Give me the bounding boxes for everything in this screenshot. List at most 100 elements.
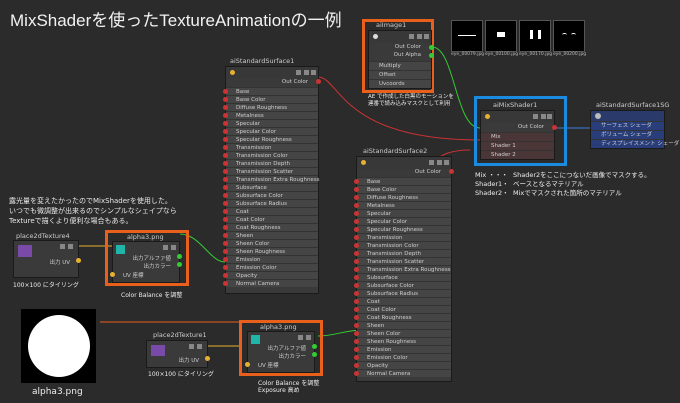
p1-out-uv-port[interactable] [205, 356, 210, 361]
ss2-port-metalness[interactable]: Metalness [354, 201, 451, 209]
ss1-port-dot[interactable] [223, 273, 228, 278]
ss2-port-subsurface[interactable]: Subsurface [354, 273, 451, 281]
ss1-port-dot[interactable] [223, 97, 228, 102]
ss1-port-dot[interactable] [223, 233, 228, 238]
ss2-port-sheen-roughness[interactable]: Sheen Roughness [354, 337, 451, 345]
ss1-port-sheen-color[interactable]: Sheen Color [223, 239, 318, 247]
ss2-port-coat-color[interactable]: Coat Color [354, 305, 451, 313]
ss2-port-transmission[interactable]: Transmission [354, 233, 451, 241]
ss1-port-dot[interactable] [223, 113, 228, 118]
ss1-port-diffuse-roughness[interactable]: Diffuse Roughness [223, 103, 318, 111]
node-alpha3-bottom[interactable]: 出力アルファ値 出力カラー UV 座標 [245, 331, 317, 373]
node-place2dtexture4[interactable]: 出力 UV [13, 240, 81, 278]
ss1-port-dot[interactable] [223, 225, 228, 230]
thumbnail-1[interactable] [451, 20, 483, 52]
node-place2dtexture1[interactable]: 出力 UV [146, 340, 210, 368]
ss2-port-specular[interactable]: Specular [354, 209, 451, 217]
ss1-port-dot[interactable] [223, 217, 228, 222]
port-uvcoords[interactable]: Uvcoords [369, 79, 431, 88]
ss2-port-transmission-extra-roughness[interactable]: Transmission Extra Roughness [354, 265, 451, 273]
port-shader2[interactable]: Shader 2 [481, 150, 554, 159]
ss1-port-sheen[interactable]: Sheen [223, 231, 318, 239]
out-color-port[interactable] [429, 45, 434, 50]
port-volume-shader[interactable]: ボリューム シェーダ [591, 130, 664, 139]
a3t-uv-port[interactable] [110, 272, 115, 277]
a3t-alpha-port[interactable] [177, 254, 182, 259]
a3b-uv-port[interactable] [245, 362, 250, 367]
ss2-port-base-color[interactable]: Base Color [354, 185, 451, 193]
ss2-port-dot[interactable] [354, 259, 359, 264]
ss1-port-dot[interactable] [223, 161, 228, 166]
ss1-port-dot[interactable] [223, 105, 228, 110]
node-alpha3-top[interactable]: 出力アルファ値 出力カラー UV 座標 [110, 241, 182, 283]
thumbnail-4[interactable] [553, 20, 585, 52]
ss1-port-subsurface-radius[interactable]: Subsurface Radius [223, 199, 318, 207]
port-mix[interactable]: Mix [481, 132, 554, 141]
node-aistandardsurface1[interactable]: Out Color Base Base Color Diffuse Roughnes… [223, 66, 321, 294]
a3b-color-port[interactable] [312, 352, 317, 357]
a3b-alpha-port[interactable] [312, 344, 317, 349]
ss1-port-dot[interactable] [223, 177, 228, 182]
port-surface-shader[interactable]: サーフェス シェーダ [591, 121, 664, 130]
ss1-port-opacity[interactable]: Opacity [223, 271, 318, 279]
ss2-port-subsurface-color[interactable]: Subsurface Color [354, 281, 451, 289]
ss1-port-dot[interactable] [223, 193, 228, 198]
thumbnail-2[interactable] [485, 20, 517, 52]
ss1-port-emission-color[interactable]: Emission Color [223, 263, 318, 271]
ss1-port-dot[interactable] [223, 169, 228, 174]
ss1-port-dot[interactable] [223, 137, 228, 142]
ss2-port-dot[interactable] [354, 251, 359, 256]
ss1-port-dot[interactable] [223, 153, 228, 158]
ss2-port-dot[interactable] [354, 347, 359, 352]
thumbnail-3[interactable] [519, 20, 551, 52]
ss2-port-dot[interactable] [354, 243, 359, 248]
ss2-port-base[interactable]: Base [354, 177, 451, 185]
ss2-port-coat-roughness[interactable]: Coat Roughness [354, 313, 451, 321]
ss1-port-base[interactable]: Base [223, 87, 318, 95]
ss1-port-dot[interactable] [223, 201, 228, 206]
node-aistandardsurface1sg[interactable]: サーフェス シェーダ ボリューム シェーダ ディスプレイスメント シェーダ [590, 110, 679, 149]
ss1-port-normal-camera[interactable]: Normal Camera [223, 279, 318, 287]
ss2-port-dot[interactable] [354, 275, 359, 280]
ss1-port-transmission[interactable]: Transmission [223, 143, 318, 151]
ss1-port-transmission-color[interactable]: Transmission Color [223, 151, 318, 159]
ss1-port-subsurface[interactable]: Subsurface [223, 183, 318, 191]
ss1-port-transmission-extra-roughness[interactable]: Transmission Extra Roughness [223, 175, 320, 183]
ss1-port-emission[interactable]: Emission [223, 255, 318, 263]
node-aiimage1[interactable]: Out Color Out Alpha Multiply Offset Uvco… [368, 30, 434, 89]
ss1-port-dot[interactable] [223, 249, 228, 254]
ss2-port-dot[interactable] [354, 331, 359, 336]
ss1-port-dot[interactable] [223, 241, 228, 246]
ss1-port-dot[interactable] [223, 185, 228, 190]
ss1-port-subsurface-color[interactable]: Subsurface Color [223, 191, 318, 199]
ss2-port-dot[interactable] [354, 371, 359, 376]
out-alpha-port[interactable] [429, 53, 434, 58]
p4-out-uv-port[interactable] [76, 258, 81, 263]
a3t-color-port[interactable] [177, 262, 182, 267]
ss2-port-dot[interactable] [354, 179, 359, 184]
ss1-port-sheen-roughness[interactable]: Sheen Roughness [223, 247, 318, 255]
ss1-port-coat[interactable]: Coat [223, 207, 318, 215]
ss1-port-dot[interactable] [223, 257, 228, 262]
port-multiply[interactable]: Multiply [369, 61, 431, 70]
ss1-port-metalness[interactable]: Metalness [223, 111, 318, 119]
ss2-port-dot[interactable] [354, 299, 359, 304]
port-shader1[interactable]: Shader 1 [481, 141, 554, 150]
ss2-port-dot[interactable] [354, 211, 359, 216]
ss2-port-emission[interactable]: Emission [354, 345, 451, 353]
ss1-port-dot[interactable] [223, 265, 228, 270]
ss1-port-specular-color[interactable]: Specular Color [223, 127, 318, 135]
ss2-out-color-port[interactable] [449, 169, 454, 174]
ss1-out-color-port[interactable] [316, 79, 321, 84]
port-offset[interactable]: Offset [369, 70, 431, 79]
ss1-port-specular[interactable]: Specular [223, 119, 318, 127]
ss2-port-dot[interactable] [354, 195, 359, 200]
ss1-port-dot[interactable] [223, 89, 228, 94]
node-aistandardsurface2[interactable]: Out Color Base Base Color Diffuse Roughnes… [354, 156, 454, 382]
ss2-port-dot[interactable] [354, 307, 359, 312]
ss2-port-transmission-scatter[interactable]: Transmission Scatter [354, 257, 451, 265]
ss1-port-transmission-depth[interactable]: Transmission Depth [223, 159, 318, 167]
ss1-port-dot[interactable] [223, 209, 228, 214]
ss2-port-coat[interactable]: Coat [354, 297, 451, 305]
ss2-port-transmission-color[interactable]: Transmission Color [354, 241, 451, 249]
